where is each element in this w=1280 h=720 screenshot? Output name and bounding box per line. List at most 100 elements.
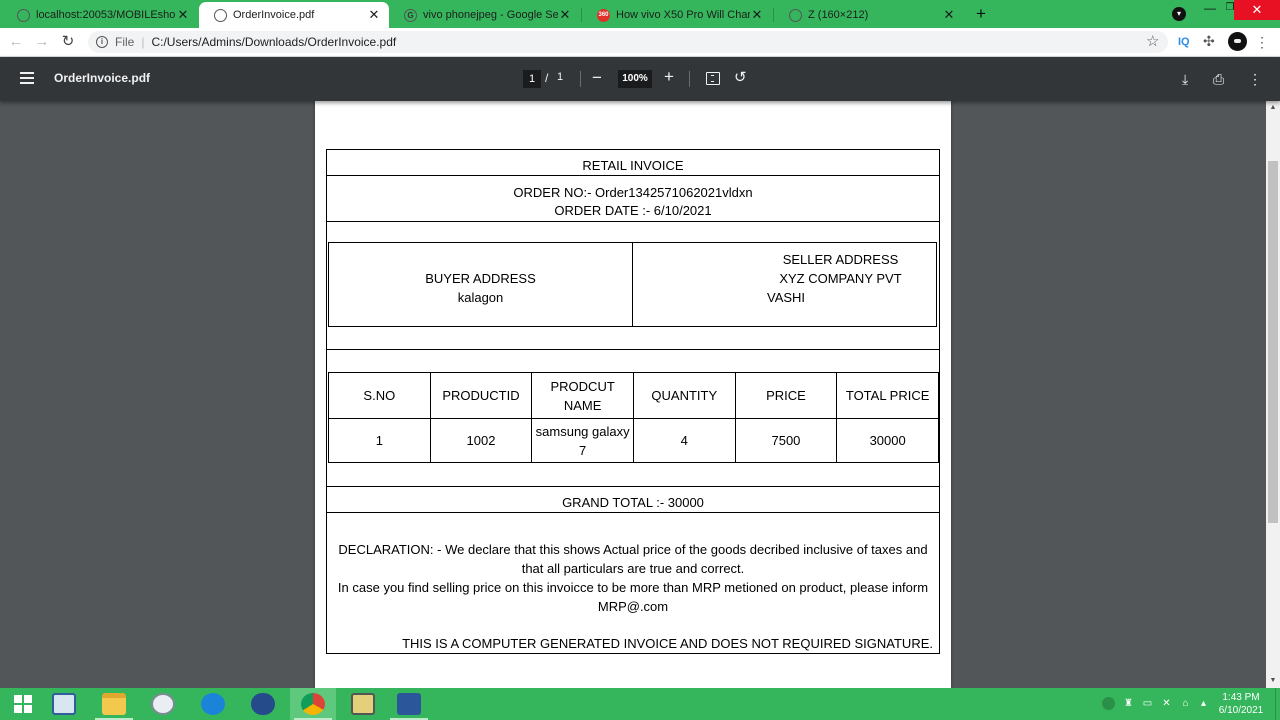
grand-total: GRAND TOTAL :- 30000 xyxy=(562,495,704,510)
column-header: PRODUCTID xyxy=(429,372,533,419)
print-icon[interactable]: ⎙ xyxy=(1213,69,1224,89)
system-clock[interactable]: 1:43 PM 6/10/2021 xyxy=(1214,691,1268,717)
divider xyxy=(327,175,939,176)
tab-orderinvoice[interactable]: OrderInvoice.pdf ✕ xyxy=(199,2,389,28)
pdf-viewer[interactable]: RETAIL INVOICE ORDER NO:- Order134257106… xyxy=(0,101,1280,688)
pdf-toolbar: OrderInvoice.pdf 1 / 1 − 100% + ↺ ⤓ ⎙ ⋮ xyxy=(0,57,1280,101)
taskbar-edge[interactable] xyxy=(190,688,236,720)
tab-image[interactable]: Z (160×212) ✕ xyxy=(774,2,964,28)
close-icon[interactable]: ✕ xyxy=(367,7,381,23)
tray-language-icon[interactable]: ▴ xyxy=(1197,697,1210,710)
page-separator: / xyxy=(545,71,549,85)
browser-window: { "tabs": [ {"title": "localhost:20053/M… xyxy=(0,0,1280,720)
zoom-in-icon[interactable]: + xyxy=(664,67,674,87)
browser-menu-icon[interactable]: ⋮ xyxy=(1255,33,1269,51)
more-options-icon[interactable]: ⋮ xyxy=(1248,69,1262,89)
show-desktop-button[interactable] xyxy=(1275,688,1280,720)
bookmark-star-icon[interactable]: ☆ xyxy=(1146,33,1159,51)
tools-icon xyxy=(351,693,375,715)
page-number-input[interactable]: 1 xyxy=(523,70,541,88)
scroll-up-arrow-icon[interactable]: ▲ xyxy=(1266,101,1280,115)
seller-city: VASHI xyxy=(767,290,806,305)
scroll-thumb[interactable] xyxy=(1268,161,1278,523)
infinity-app-icon xyxy=(251,693,275,715)
computer-generated-note: THIS IS A COMPUTER GENERATED INVOICE AND… xyxy=(402,636,933,651)
close-icon[interactable]: ✕ xyxy=(750,7,764,23)
tab-localhost[interactable]: localhost:20053/MOBILEshop/pla ✕ xyxy=(2,2,198,28)
tray-battery-icon[interactable]: ▭ xyxy=(1141,697,1154,710)
divider xyxy=(580,71,581,87)
iq-extension-icon[interactable]: IQ xyxy=(1178,34,1190,50)
tray-security-icon[interactable]: ♜ xyxy=(1122,697,1135,710)
page-total: 1 xyxy=(557,71,564,83)
taskbar-paint[interactable] xyxy=(140,688,186,720)
table-cell: 1 xyxy=(328,418,431,463)
invoice-heading: RETAIL INVOICE xyxy=(582,158,684,173)
taskbar-app-infinity[interactable] xyxy=(240,688,286,720)
divider xyxy=(327,486,939,487)
tray-volume-muted-icon[interactable]: ✕ xyxy=(1160,697,1173,710)
column-header: S.NO xyxy=(328,372,431,419)
divider: | xyxy=(141,35,145,49)
url-text[interactable]: C:/Users/Admins/Downloads/OrderInvoice.p… xyxy=(151,35,396,49)
minimize-icon[interactable]: — xyxy=(1203,1,1217,17)
new-tab-button[interactable]: + xyxy=(971,4,991,24)
chrome-icon xyxy=(301,693,325,715)
tray-network-icon[interactable]: ⌂ xyxy=(1179,697,1192,710)
table-cell: 30000 xyxy=(836,418,939,463)
tab-strip: localhost:20053/MOBILEshop/pla ✕ OrderIn… xyxy=(0,0,1280,28)
table-cell: 4 xyxy=(632,418,736,463)
declaration-text: In case you find selling price on this i… xyxy=(337,580,929,614)
rotate-icon[interactable]: ↺ xyxy=(734,68,747,88)
taskbar-app-tools[interactable] xyxy=(340,688,386,720)
info-icon[interactable]: i xyxy=(96,36,108,48)
tray-app-icon[interactable] xyxy=(1102,697,1115,710)
clock-time: 1:43 PM xyxy=(1222,692,1260,703)
reload-icon[interactable]: ↻ xyxy=(59,33,77,51)
table-row: 1 1002 samsung galaxy 7 4 7500 30000 xyxy=(328,418,939,463)
fit-page-icon[interactable] xyxy=(706,72,720,85)
close-icon[interactable]: ✕ xyxy=(942,7,956,23)
tab-google-search[interactable]: G vivo phonejpeg - Google Search ✕ xyxy=(389,2,580,28)
window-close-button[interactable]: ✕ xyxy=(1234,0,1280,20)
forward-icon[interactable]: → xyxy=(33,33,51,51)
globe-icon xyxy=(214,8,227,22)
word-icon xyxy=(397,693,421,715)
taskbar-word[interactable] xyxy=(386,688,432,720)
close-icon[interactable]: ✕ xyxy=(176,7,190,23)
address-bar[interactable]: i File | C:/Users/Admins/Downloads/Order… xyxy=(88,31,1168,53)
tab-search-icon[interactable]: ▾ xyxy=(1172,7,1186,21)
download-icon[interactable]: ⤓ xyxy=(1182,69,1188,89)
pdf-title: OrderInvoice.pdf xyxy=(54,71,151,85)
extensions-puzzle-icon[interactable]: ✣ xyxy=(1203,32,1215,50)
buyer-address-label: BUYER ADDRESS xyxy=(425,271,536,286)
seller-company: XYZ COMPANY PVT xyxy=(779,271,902,286)
globe-icon xyxy=(789,8,802,22)
zoom-out-icon[interactable]: − xyxy=(592,68,602,88)
table-cell: samsung galaxy 7 xyxy=(531,418,634,463)
taskbar-chrome[interactable] xyxy=(290,688,336,720)
back-icon[interactable]: ← xyxy=(7,33,25,51)
column-header: TOTAL PRICE xyxy=(836,372,939,419)
taskbar-file-explorer[interactable] xyxy=(91,688,137,720)
google-icon: G xyxy=(404,8,417,22)
start-button[interactable] xyxy=(0,688,46,720)
network-computer-icon xyxy=(52,693,76,715)
order-number: ORDER NO:- Order1342571062021vldxn xyxy=(513,185,753,200)
table-cell: 1002 xyxy=(429,418,533,463)
column-header: QUANTITY xyxy=(632,372,736,419)
scheme-label: File xyxy=(115,35,135,49)
zoom-level-input[interactable]: 100% xyxy=(618,70,652,88)
tab-title: OrderInvoice.pdf xyxy=(233,9,315,21)
hamburger-menu-icon[interactable] xyxy=(20,72,34,84)
divider xyxy=(327,512,939,513)
pdf-page: RETAIL INVOICE ORDER NO:- Order134257106… xyxy=(315,101,951,688)
taskbar-network-computer[interactable] xyxy=(41,688,87,720)
profile-avatar[interactable] xyxy=(1228,32,1247,51)
vertical-scrollbar[interactable]: ▲ ▼ xyxy=(1266,101,1280,688)
scroll-down-arrow-icon[interactable]: ▼ xyxy=(1266,674,1280,688)
order-date: ORDER DATE :- 6/10/2021 xyxy=(554,203,712,218)
table-cell: 7500 xyxy=(734,418,838,463)
close-icon[interactable]: ✕ xyxy=(558,7,572,23)
tab-vivo-article[interactable]: 360 How vivo X50 Pro Will Change th ✕ xyxy=(582,2,772,28)
